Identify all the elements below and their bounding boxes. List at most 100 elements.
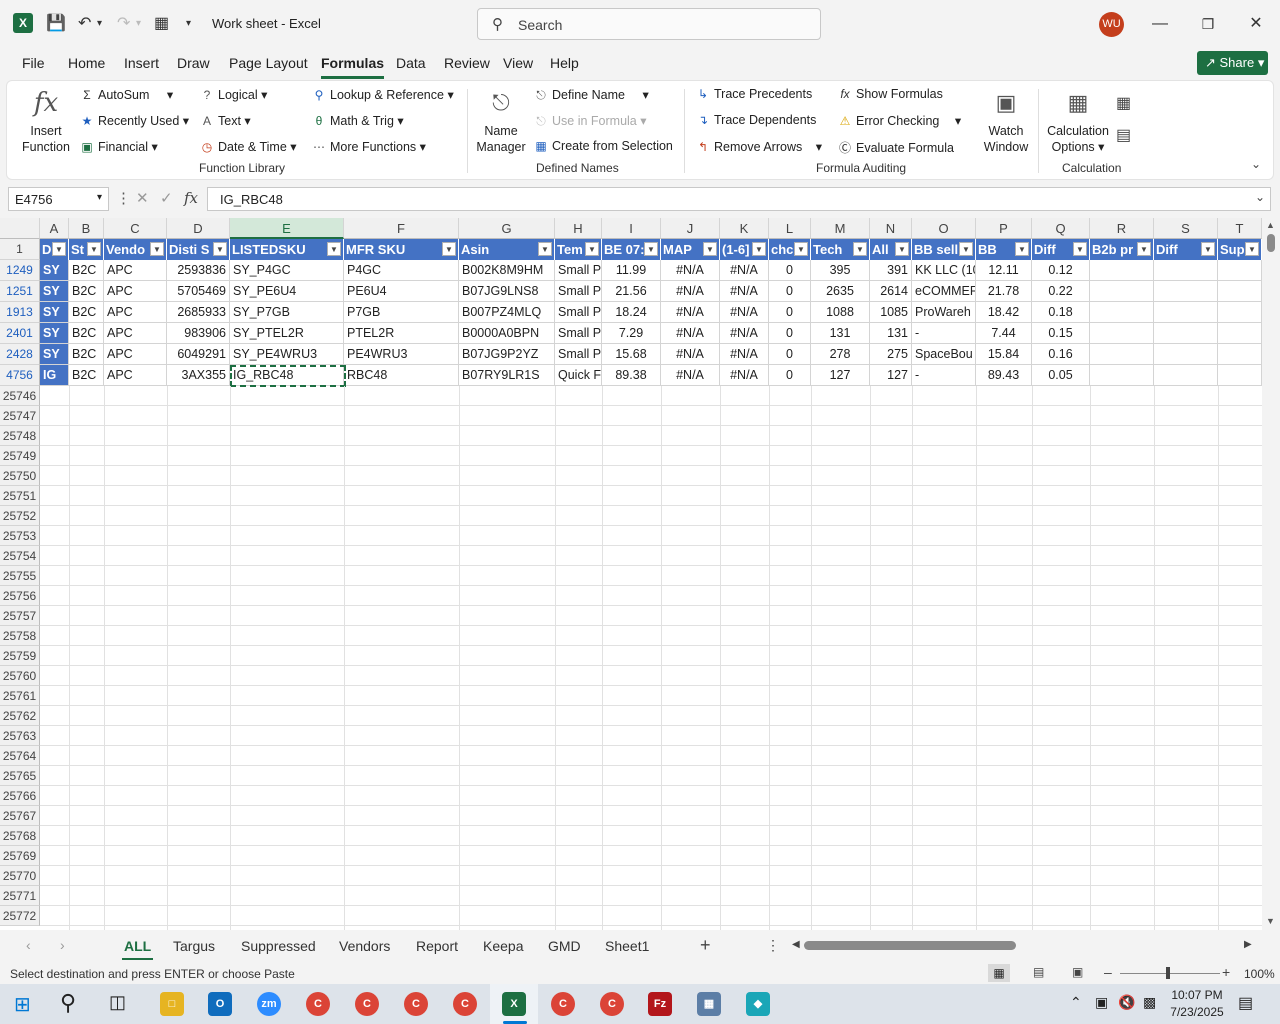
table-header-cell[interactable]: LISTEDSKU ▼: [230, 239, 344, 260]
table-cell[interactable]: SY: [40, 344, 69, 365]
save-icon[interactable]: 💾: [46, 14, 66, 34]
calculate-now-icon[interactable]: ▦: [1116, 93, 1131, 113]
table-cell[interactable]: 89.38: [602, 365, 661, 386]
table-cell[interactable]: [1154, 344, 1218, 365]
table-header-cell[interactable]: BE 07: ▼: [602, 239, 661, 260]
app-icon[interactable]: ◆: [746, 992, 770, 1016]
zoom-icon[interactable]: zm: [257, 992, 281, 1016]
row-header[interactable]: 25763: [0, 726, 40, 746]
filter-dropdown-icon[interactable]: ▼: [538, 242, 552, 256]
filter-active-icon[interactable]: ▼: [150, 242, 164, 256]
table-cell[interactable]: 0: [769, 323, 811, 344]
table-cell[interactable]: 21.56: [602, 281, 661, 302]
filezilla-icon[interactable]: Fz: [648, 992, 672, 1016]
row-header[interactable]: 1251: [0, 281, 40, 302]
tab-draw[interactable]: Draw: [177, 55, 210, 71]
table-header-cell[interactable]: D ▼: [40, 239, 69, 260]
table-cell[interactable]: B007PZ4MLQ: [459, 302, 555, 323]
chrome-profile-icon[interactable]: C: [600, 992, 624, 1016]
zoom-level[interactable]: 100%: [1244, 967, 1275, 981]
row-header[interactable]: 25770: [0, 866, 40, 886]
table-cell[interactable]: SY_P7GB: [230, 302, 344, 323]
filter-dropdown-icon[interactable]: ▼: [1015, 242, 1029, 256]
table-header-cell[interactable]: Asin ▼: [459, 239, 555, 260]
row-header[interactable]: 25753: [0, 526, 40, 546]
table-header-cell[interactable]: Sup ▼: [1218, 239, 1262, 260]
table-header-cell[interactable]: Diff ▼: [1032, 239, 1090, 260]
column-header-a[interactable]: A: [40, 218, 69, 239]
table-cell[interactable]: P4GC: [344, 260, 459, 281]
table-cell[interactable]: Small P: [555, 260, 602, 281]
task-view-icon[interactable]: ◫: [109, 992, 126, 1013]
table-cell[interactable]: 0: [769, 281, 811, 302]
table-cell[interactable]: 278: [811, 344, 870, 365]
financial-button[interactable]: ▣ Financial ▾: [79, 139, 157, 154]
sheet-tab-sheet1[interactable]: Sheet1: [605, 938, 649, 954]
zoom-slider-track[interactable]: [1120, 973, 1220, 974]
table-cell[interactable]: B2C: [69, 260, 104, 281]
table-cell[interactable]: PE6U4: [344, 281, 459, 302]
table-cell[interactable]: 131: [811, 323, 870, 344]
calculator-icon[interactable]: ▦: [154, 14, 169, 34]
table-cell[interactable]: B07JG9P2YZ: [459, 344, 555, 365]
name-manager-button[interactable]: ⎋ Name Manager: [473, 87, 529, 155]
logical-button[interactable]: ? Logical ▾: [199, 87, 268, 102]
table-cell[interactable]: -: [912, 323, 976, 344]
table-cell[interactable]: #N/A: [661, 281, 720, 302]
table-header-cell[interactable]: MAP ▼: [661, 239, 720, 260]
table-cell[interactable]: #N/A: [720, 281, 769, 302]
chrome-icon[interactable]: C: [306, 992, 330, 1016]
column-header-i[interactable]: I: [602, 218, 661, 239]
insert-function-icon[interactable]: fx: [184, 189, 198, 207]
customize-toolbar-icon[interactable]: ▾: [186, 14, 191, 34]
table-header-cell[interactable]: B2b pr ▼: [1090, 239, 1154, 260]
table-cell[interactable]: [1090, 365, 1154, 386]
date-time-button[interactable]: ◷ Date & Time ▾: [199, 139, 297, 154]
row-header[interactable]: 1913: [0, 302, 40, 323]
tab-page-layout[interactable]: Page Layout: [229, 55, 308, 71]
share-button[interactable]: ↗ Share ▾: [1197, 51, 1268, 75]
sheet-tab-suppressed[interactable]: Suppressed: [241, 938, 316, 954]
table-cell[interactable]: -: [912, 365, 976, 386]
filter-dropdown-icon[interactable]: ▼: [327, 242, 341, 256]
notification-icon[interactable]: ▤: [1238, 993, 1253, 1013]
column-header-g[interactable]: G: [459, 218, 555, 239]
table-cell[interactable]: [1154, 281, 1218, 302]
tab-data[interactable]: Data: [396, 55, 426, 71]
sheet-tab-report[interactable]: Report: [416, 938, 458, 954]
prev-sheet-icon[interactable]: ‹: [26, 937, 31, 953]
table-cell[interactable]: 11.99: [602, 260, 661, 281]
table-cell[interactable]: APC: [104, 281, 167, 302]
table-cell[interactable]: Small P: [555, 302, 602, 323]
network-icon[interactable]: ▩: [1143, 994, 1156, 1011]
table-cell[interactable]: 1088: [811, 302, 870, 323]
row-header[interactable]: 25748: [0, 426, 40, 446]
column-header-s[interactable]: S: [1154, 218, 1218, 239]
row-header[interactable]: 25767: [0, 806, 40, 826]
row-header[interactable]: 25746: [0, 386, 40, 406]
table-cell[interactable]: [1090, 323, 1154, 344]
table-cell[interactable]: [1154, 302, 1218, 323]
row-header[interactable]: 25768: [0, 826, 40, 846]
tab-review[interactable]: Review: [444, 55, 490, 71]
table-cell[interactable]: 395: [811, 260, 870, 281]
table-cell[interactable]: 2593836: [167, 260, 230, 281]
table-cell[interactable]: 7.29: [602, 323, 661, 344]
column-header-q[interactable]: Q: [1032, 218, 1090, 239]
row-header[interactable]: 25760: [0, 666, 40, 686]
table-cell[interactable]: APC: [104, 365, 167, 386]
table-cell[interactable]: 0.12: [1032, 260, 1090, 281]
page-layout-view-icon[interactable]: ▤: [1033, 965, 1044, 979]
table-header-cell[interactable]: Tem ▼: [555, 239, 602, 260]
table-cell[interactable]: 0: [769, 344, 811, 365]
table-cell[interactable]: 0: [769, 365, 811, 386]
watch-window-button[interactable]: ▣ Watch Window: [977, 87, 1035, 155]
table-cell[interactable]: 0: [769, 260, 811, 281]
table-cell[interactable]: 131: [870, 323, 912, 344]
table-cell[interactable]: 2685933: [167, 302, 230, 323]
table-cell[interactable]: SY_P4GC: [230, 260, 344, 281]
column-header-t[interactable]: T: [1218, 218, 1262, 239]
table-cell[interactable]: B002K8M9HM: [459, 260, 555, 281]
table-header-cell[interactable]: BB sell ▼: [912, 239, 976, 260]
row-header[interactable]: 25749: [0, 446, 40, 466]
